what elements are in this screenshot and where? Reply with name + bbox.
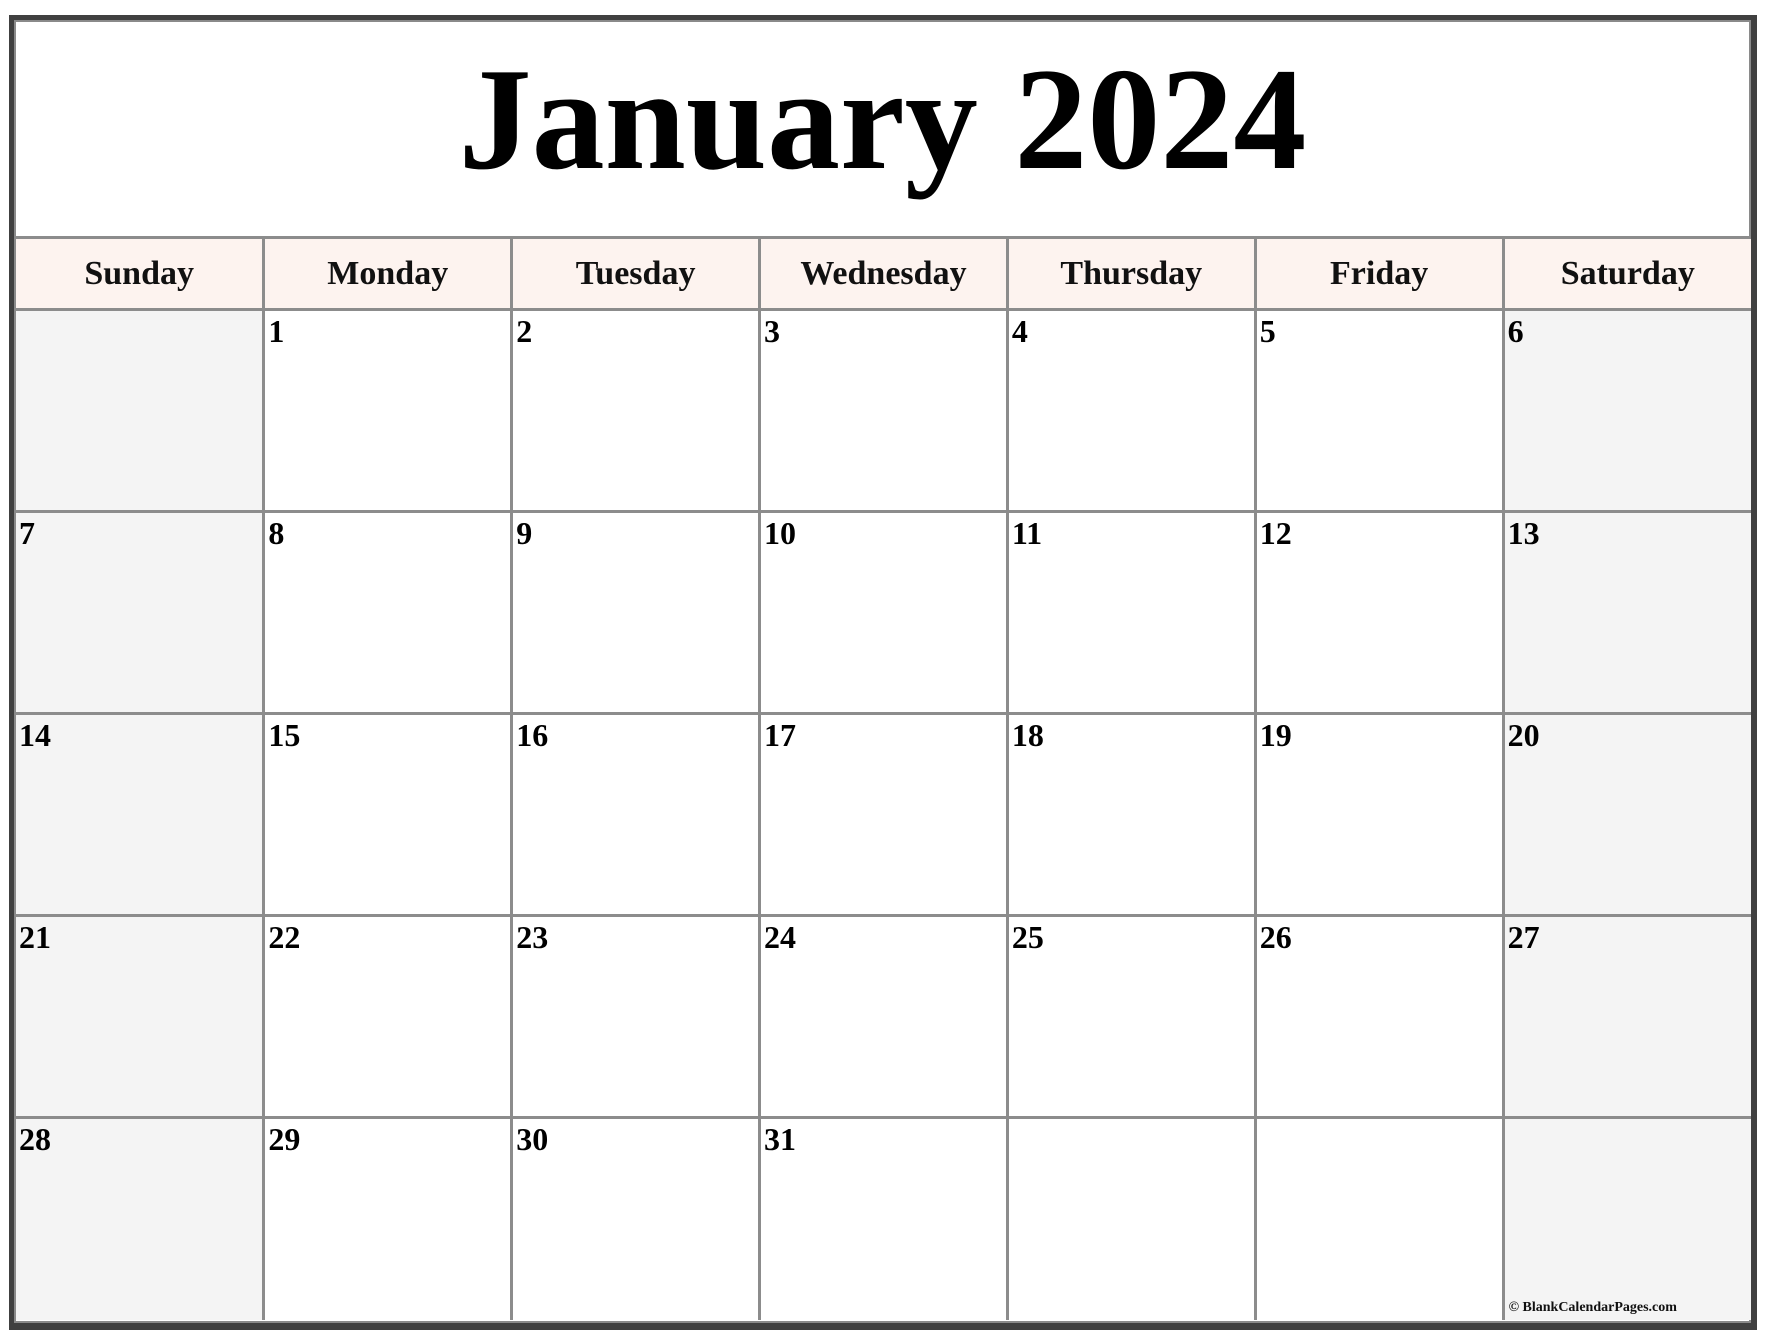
day-cell: 14 xyxy=(16,712,266,917)
day-number: 14 xyxy=(19,717,51,753)
day-number: 24 xyxy=(764,919,797,955)
day-cell: 26 xyxy=(1253,914,1505,1119)
day-number: 15 xyxy=(268,717,301,753)
day-number: 11 xyxy=(1011,515,1043,551)
day-cell: 6 xyxy=(1501,308,1751,513)
day-number xyxy=(1257,1119,1502,1123)
calendar-frame: January 2024 Sunday Monday Tuesday Wedne… xyxy=(9,15,1757,1330)
day-number: 25 xyxy=(1011,919,1044,955)
day-cell: 8 xyxy=(262,510,514,715)
day-number: 26 xyxy=(1259,919,1292,955)
weekday-thursday: Thursday xyxy=(1005,236,1257,311)
calendar-grid: Sunday Monday Tuesday Wednesday Thursday… xyxy=(16,236,1751,1320)
weekday-tuesday: Tuesday xyxy=(510,236,762,311)
day-cell: 25 xyxy=(1005,914,1257,1119)
day-number: 29 xyxy=(268,1121,301,1157)
day-number: 31 xyxy=(764,1121,797,1157)
day-cell: 16 xyxy=(510,712,762,917)
week-row: 21 22 23 24 25 26 27 xyxy=(16,914,1751,1119)
day-number: 7 xyxy=(19,515,35,551)
day-number: 21 xyxy=(19,919,51,955)
day-cell: 21 xyxy=(16,914,266,1119)
day-cell: 11 xyxy=(1005,510,1257,715)
day-cell: 20 xyxy=(1501,712,1751,917)
day-number: 30 xyxy=(516,1121,549,1157)
day-cell: 22 xyxy=(262,914,514,1119)
day-cell: 10 xyxy=(758,510,1009,715)
day-number: 19 xyxy=(1259,717,1292,753)
day-cell: 27 xyxy=(1501,914,1751,1119)
week-row: 1 2 3 4 5 6 xyxy=(16,308,1751,513)
day-number: 28 xyxy=(19,1121,51,1157)
weekday-monday: Monday xyxy=(262,236,514,311)
day-number: 3 xyxy=(764,313,781,349)
day-number: 17 xyxy=(764,717,797,753)
empty-day-cell: © BlankCalendarPages.com xyxy=(1501,1116,1751,1320)
day-cell: 4 xyxy=(1005,308,1257,513)
day-cell: 12 xyxy=(1253,510,1505,715)
day-number xyxy=(16,311,262,315)
day-cell: 24 xyxy=(758,914,1009,1119)
day-number: 10 xyxy=(764,515,797,551)
title-area: January 2024 xyxy=(16,22,1749,236)
week-row: 14 15 16 17 18 19 20 xyxy=(16,712,1751,917)
day-number: 13 xyxy=(1507,515,1540,551)
day-number: 22 xyxy=(268,919,301,955)
day-number xyxy=(1009,1119,1254,1123)
empty-day-cell xyxy=(1253,1116,1505,1320)
week-row: 7 8 9 10 11 12 13 xyxy=(16,510,1751,715)
week-row: 28 29 30 31 © BlankCalendarPages.com xyxy=(16,1116,1751,1320)
day-number: 16 xyxy=(516,717,549,753)
day-number xyxy=(1505,1119,1751,1123)
calendar-inner-border: January 2024 Sunday Monday Tuesday Wedne… xyxy=(14,20,1751,1323)
day-number: 1 xyxy=(268,313,285,349)
day-cell: 1 xyxy=(262,308,514,513)
empty-day-cell xyxy=(1005,1116,1257,1320)
weekday-saturday: Saturday xyxy=(1501,236,1751,311)
day-number: 23 xyxy=(516,919,549,955)
weekday-friday: Friday xyxy=(1253,236,1505,311)
day-cell: 13 xyxy=(1501,510,1751,715)
day-number: 8 xyxy=(268,515,285,551)
day-cell: 2 xyxy=(510,308,762,513)
day-number: 20 xyxy=(1507,717,1540,753)
day-number: 2 xyxy=(516,313,533,349)
day-cell: 29 xyxy=(262,1116,514,1320)
day-number: 27 xyxy=(1507,919,1540,955)
day-number: 6 xyxy=(1507,313,1524,349)
day-cell: 30 xyxy=(510,1116,762,1320)
day-cell: 19 xyxy=(1253,712,1505,917)
day-cell: 15 xyxy=(262,712,514,917)
credit-text: © BlankCalendarPages.com xyxy=(1508,1299,1677,1315)
weekday-wednesday: Wednesday xyxy=(758,236,1009,311)
weekday-header-row: Sunday Monday Tuesday Wednesday Thursday… xyxy=(16,236,1751,311)
day-cell: 7 xyxy=(16,510,266,715)
day-cell: 17 xyxy=(758,712,1009,917)
day-cell: 23 xyxy=(510,914,762,1119)
day-number: 4 xyxy=(1011,313,1028,349)
calendar-title: January 2024 xyxy=(458,38,1307,200)
day-cell: 3 xyxy=(758,308,1009,513)
day-cell: 5 xyxy=(1253,308,1505,513)
day-number: 5 xyxy=(1259,313,1276,349)
day-cell: 28 xyxy=(16,1116,266,1320)
day-cell: 31 xyxy=(758,1116,1009,1320)
day-cell: 9 xyxy=(510,510,762,715)
weekday-sunday: Sunday xyxy=(16,236,266,311)
day-number: 18 xyxy=(1011,717,1044,753)
day-number: 12 xyxy=(1259,515,1292,551)
day-number: 9 xyxy=(516,515,533,551)
day-cell: 18 xyxy=(1005,712,1257,917)
empty-day-cell xyxy=(16,308,266,513)
